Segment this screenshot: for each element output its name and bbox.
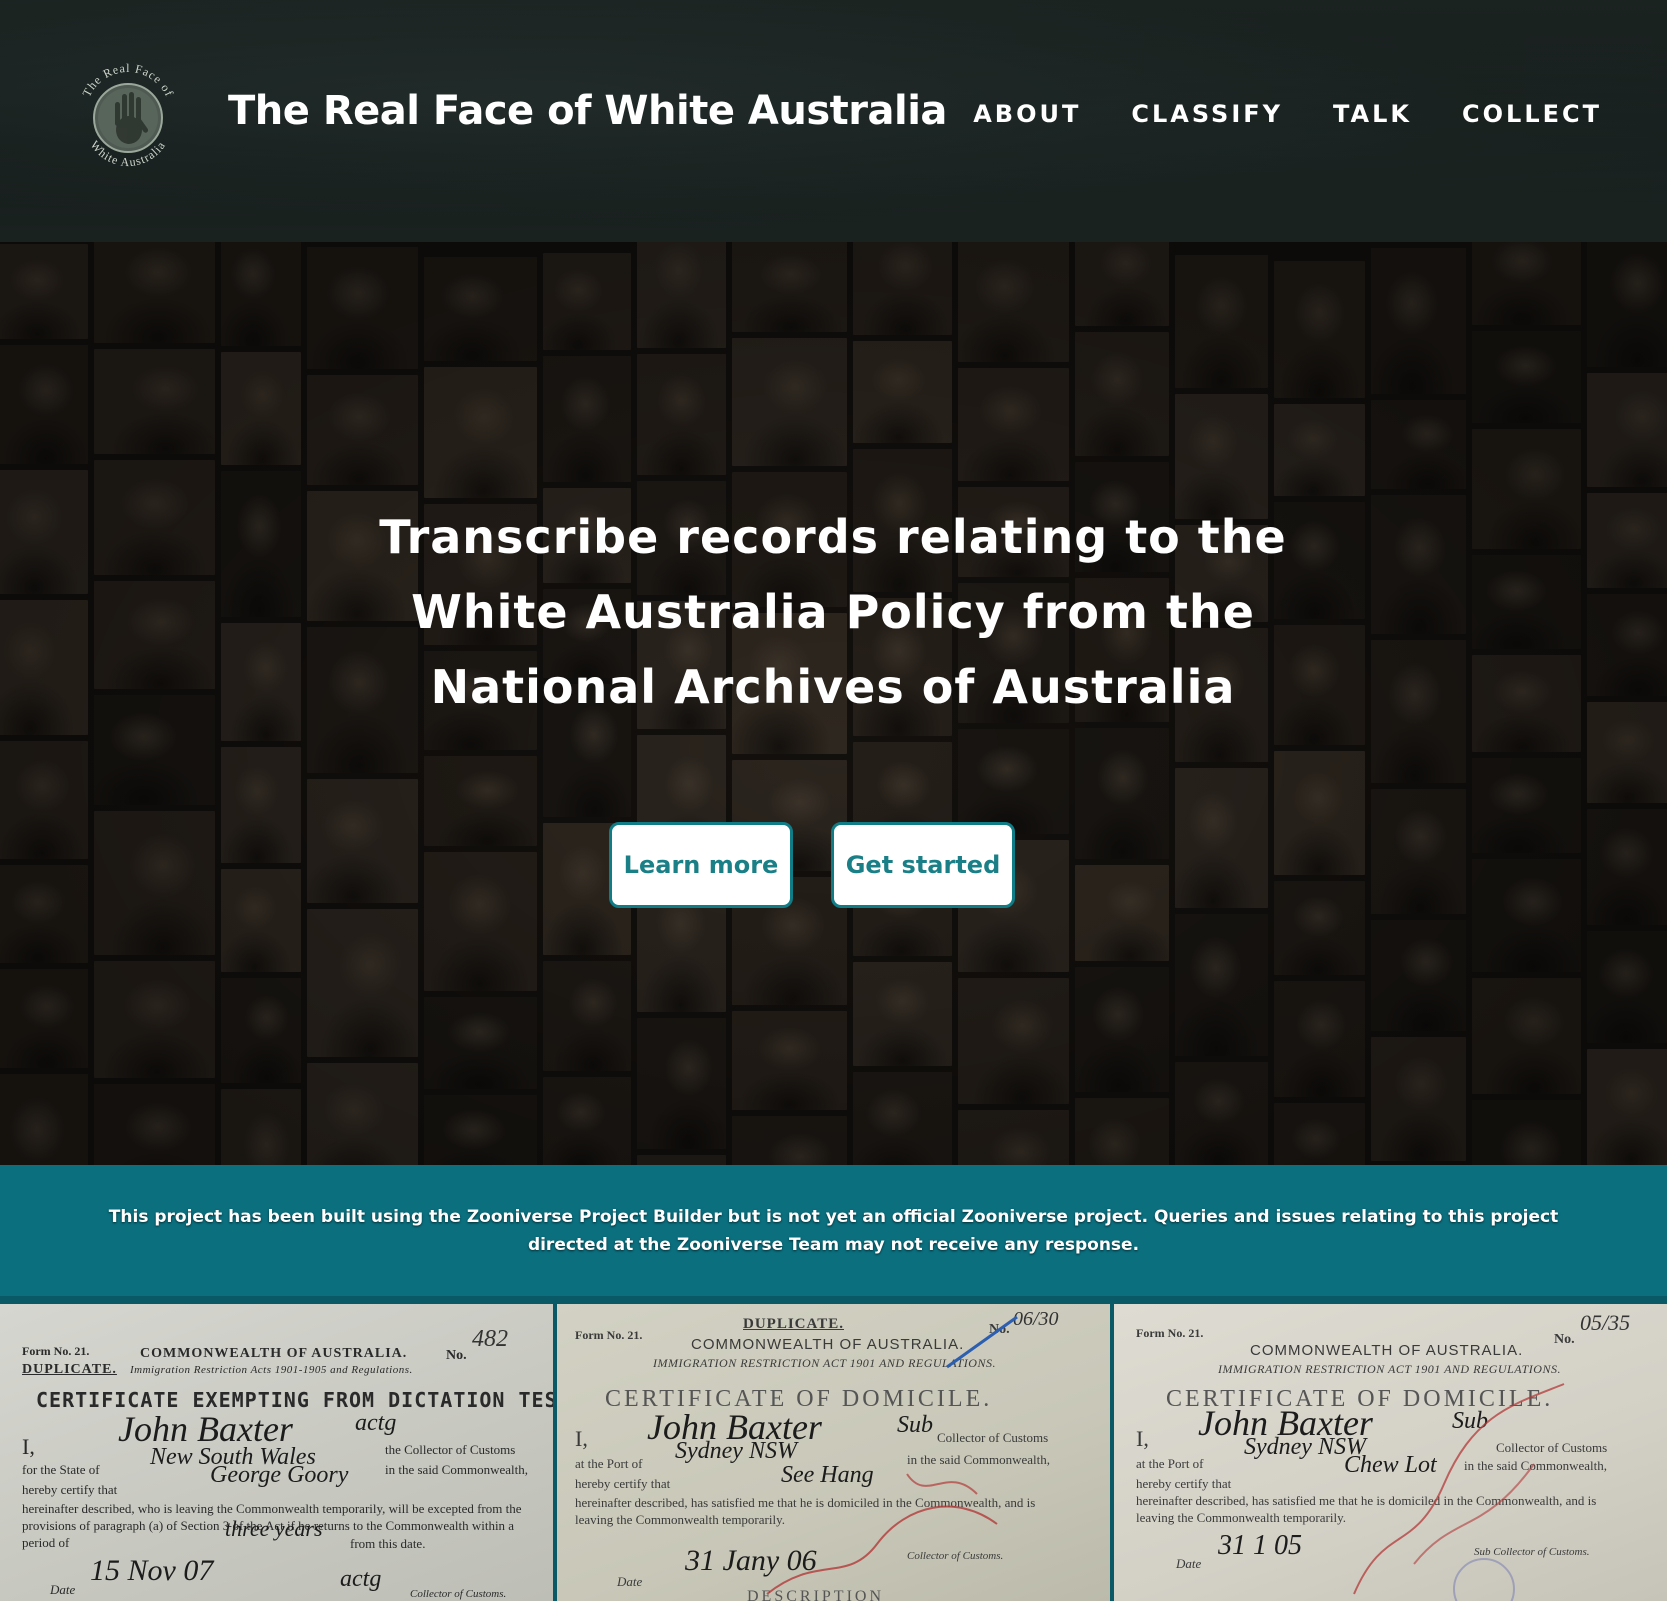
commonwealth-heading: COMMONWEALTH OF AUSTRALIA. (140, 1346, 408, 1361)
commonwealth-heading: COMMONWEALTH OF AUSTRALIA. (691, 1336, 965, 1353)
from-date-label: from this date. (350, 1536, 426, 1551)
handwritten-signature: actg (340, 1566, 382, 1592)
document-image-domicile-certificate-2: Form No. 21. COMMONWEALTH OF AUSTRALIA. … (1114, 1304, 1667, 1601)
handwritten-period: three years (225, 1516, 323, 1541)
handwritten-date: 31 1 05 (1218, 1530, 1302, 1561)
duplicate-label: DUPLICATE. (22, 1362, 117, 1377)
handwritten-date: 15 Nov 07 (90, 1554, 214, 1587)
get-started-button[interactable]: Get started (831, 822, 1015, 908)
nav-talk[interactable]: TALK (1333, 100, 1412, 128)
handwritten-person: George Goory (210, 1462, 349, 1488)
handwritten-rank: actg (355, 1410, 397, 1436)
document-strip: Form No. 21. DUPLICATE. COMMONWEALTH OF … (0, 1304, 1667, 1601)
state-label: for the State of (22, 1462, 100, 1477)
number-label: No. (446, 1348, 467, 1363)
hero-heading-line-1: Transcribe records relating to the (379, 510, 1287, 564)
i-label: I, (22, 1434, 35, 1459)
form-number: Form No. 21. (22, 1344, 90, 1358)
act-line: Immigration Restriction Acts 1901-1905 a… (130, 1364, 413, 1376)
project-logo[interactable]: The Real Face of White Australia (72, 52, 184, 180)
red-annotation-mark (1353, 1383, 1565, 1601)
site-title[interactable]: The Real Face of White Australia (228, 88, 947, 134)
site-header: The Real Face of White Australia The Rea… (0, 0, 1667, 242)
certify-label: hereby certify that (1136, 1476, 1232, 1491)
hand-seal-icon: The Real Face of White Australia (79, 61, 175, 169)
date-label: Date (617, 1574, 643, 1589)
hero-heading-line-3: National Archives of Australia (430, 660, 1236, 714)
document-image-exemption-certificate: Form No. 21. DUPLICATE. COMMONWEALTH OF … (0, 1304, 553, 1601)
commonwealth-heading: COMMONWEALTH OF AUSTRALIA. (1250, 1342, 1524, 1359)
date-label: Date (50, 1582, 76, 1597)
zooniverse-notice-banner: This project has been built using the Zo… (0, 1165, 1667, 1304)
i-label: I, (1136, 1426, 1149, 1451)
port-label: at the Port of (1136, 1456, 1204, 1471)
hero-heading-line-2: White Australia Policy from the (411, 585, 1255, 639)
commonwealth-line: in the said Commonwealth, (385, 1462, 528, 1477)
collector-label: the Collector of Customs (385, 1442, 516, 1457)
number-label: No. (1554, 1332, 1575, 1347)
nav-collect[interactable]: COLLECT (1462, 100, 1602, 128)
port-label: at the Port of (575, 1456, 643, 1471)
notice-text: This project has been built using the Zo… (108, 1206, 1559, 1255)
hero-buttons: Learn more Get started (609, 822, 1015, 908)
hero-heading: Transcribe records relating to the White… (333, 500, 1333, 725)
red-annotation-mark (766, 1473, 998, 1595)
main-nav: ABOUT CLASSIFY TALK COLLECT (973, 100, 1602, 128)
learn-more-button[interactable]: Learn more (609, 822, 793, 908)
certificate-title: CERTIFICATE EXEMPTING FROM DICTATION TES… (36, 1388, 553, 1412)
certify-label: hereby certify that (22, 1482, 118, 1497)
blue-pen-mark (946, 1315, 1018, 1369)
nav-about[interactable]: ABOUT (973, 100, 1081, 128)
certify-label: hereby certify that (575, 1476, 671, 1491)
duplicate-label: DUPLICATE. (743, 1316, 844, 1332)
number-value: 05/35 (1580, 1310, 1631, 1335)
collector-signature-label: Collector of Customs. (410, 1588, 507, 1600)
form-number: Form No. 21. (575, 1328, 643, 1342)
date-label: Date (1176, 1556, 1202, 1571)
i-label: I, (575, 1426, 588, 1451)
nav-classify[interactable]: CLASSIFY (1131, 100, 1283, 128)
form-number: Form No. 21. (1136, 1326, 1204, 1340)
number-value: 482 (472, 1326, 508, 1352)
hero-section: Transcribe records relating to the White… (0, 242, 1667, 1165)
document-image-domicile-certificate-1: Form No. 21. DUPLICATE. COMMONWEALTH OF … (557, 1304, 1110, 1601)
